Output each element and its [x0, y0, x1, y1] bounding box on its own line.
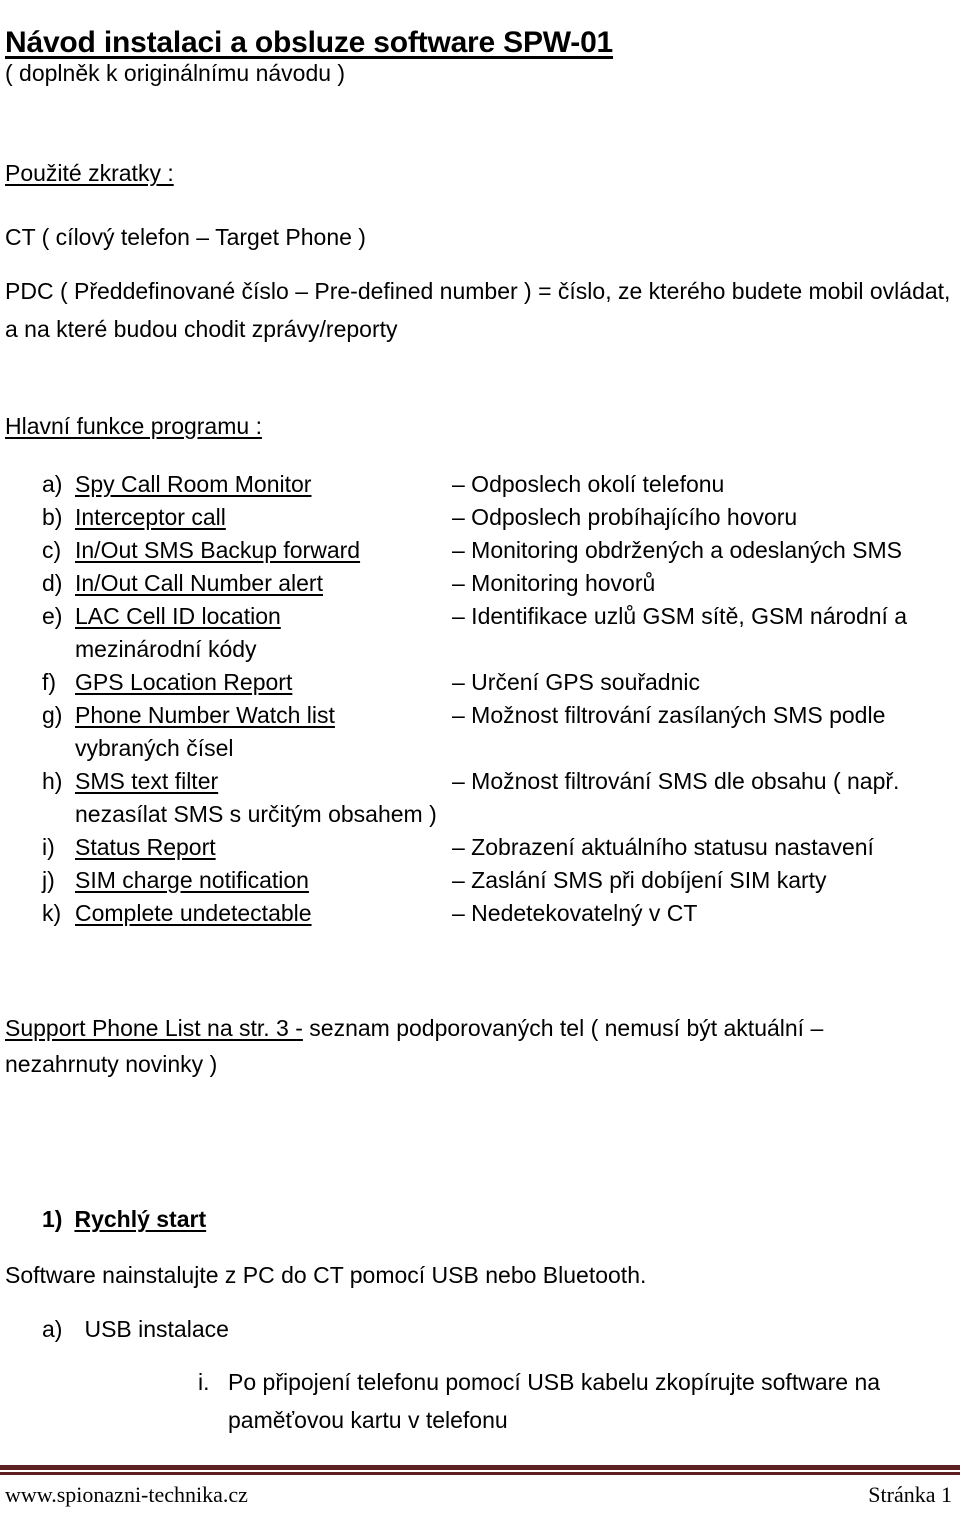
function-item-description: – Monitoring hovorů [452, 570, 656, 596]
function-list-item: d) In/Out Call Number alert – Monitoring h… [0, 567, 960, 600]
function-list-item: h) SMS text filter – Možnost filtrování SM… [0, 765, 960, 798]
support-phone-list-link: Support Phone List na str. 3 - [5, 1015, 303, 1041]
function-list-item: c) In/Out SMS Backup forward – Monitoring … [0, 534, 960, 567]
function-item-description: – Určení GPS souřadnic [452, 669, 701, 695]
abbreviations-heading: Použité zkratky : [5, 160, 174, 186]
function-list-item: g) Phone Number Watch list – Možnost filtr… [0, 699, 960, 732]
function-item-term: Status Report [75, 834, 216, 860]
function-item-marker: a) [42, 471, 63, 497]
abbreviation-pdc: PDC ( Předdefinované číslo – Pre-defined… [5, 278, 951, 342]
function-item-term: SIM charge notification [75, 867, 309, 893]
function-item-term: SMS text filter [75, 768, 219, 794]
quickstart-step-text: Po připojení telefonu pomocí USB kabelu … [228, 1369, 881, 1433]
quickstart-intro: Software nainstalujte z PC do CT pomocí … [5, 1262, 647, 1288]
function-item-marker: b) [42, 504, 63, 530]
function-item-description: – Odposlech probíhajícího hovoru [452, 504, 798, 530]
function-item-continuation-text: nezasílat SMS s určitým obsahem ) [75, 801, 437, 827]
quickstart-marker: 1) [42, 1206, 63, 1232]
footer-website: www.spionazni-technika.cz [5, 1482, 248, 1507]
quickstart-heading: 1) Rychlý start [42, 1206, 206, 1233]
function-item-term: In/Out SMS Backup forward [75, 537, 361, 563]
function-item-marker: f) [42, 669, 57, 695]
function-item-continuation-text: vybraných čísel [75, 735, 234, 761]
function-item-continuation: vybraných čísel [0, 732, 960, 765]
function-item-description: – Monitoring obdržených a odeslaných SMS [452, 537, 903, 563]
function-item-term: In/Out Call Number alert [75, 570, 323, 596]
function-item-marker: d) [42, 570, 63, 596]
function-item-term: Interceptor call [75, 504, 226, 530]
function-item-term: GPS Location Report [75, 669, 293, 695]
function-list-item: j) SIM charge notification – Zaslání SMS p… [0, 864, 960, 897]
support-phone-list-note: Support Phone List na str. 3 - seznam po… [5, 1010, 935, 1082]
function-item-term: LAC Cell ID location [75, 603, 281, 629]
footer-page-number: Stránka 1 [868, 1482, 952, 1507]
page-title: Návod instalaci a obsluze software SPW-0… [5, 26, 614, 60]
function-list-item: k) Complete undetectable – Nedetekovatelný… [0, 897, 960, 930]
functions-heading: Hlavní funkce programu : [5, 413, 262, 439]
quickstart-label: Rychlý start [74, 1206, 207, 1232]
function-list-item: f) GPS Location Report – Určení GPS souřad… [0, 666, 960, 699]
quickstart-sub-marker: a) [42, 1316, 63, 1342]
function-item-marker: g) [42, 702, 63, 728]
abbreviation-ct: CT ( cílový telefon – Target Phone ) [5, 224, 366, 250]
function-item-description: – Zaslání SMS při dobíjení SIM karty [452, 867, 827, 893]
function-item-term: Spy Call Room Monitor [75, 471, 312, 497]
footer-divider-thin [0, 1472, 960, 1475]
function-item-marker: e) [42, 603, 63, 629]
function-list-item: i) Status Report – Zobrazení aktuálního st… [0, 831, 960, 864]
function-item-continuation: nezasílat SMS s určitým obsahem ) [0, 798, 960, 831]
function-list-item: b) Interceptor call – Odposlech probíhajíc… [0, 501, 960, 534]
function-item-description: – Možnost filtrování zasílaných SMS podl… [452, 702, 886, 728]
function-list-item: e) LAC Cell ID location – Identifikace uzl… [0, 600, 960, 633]
function-item-term: Phone Number Watch list [75, 702, 335, 728]
quickstart-step-marker: i. [198, 1369, 210, 1395]
function-item-description: – Nedetekovatelný v CT [452, 900, 698, 926]
function-item-term: Complete undetectable [75, 900, 312, 926]
footer-divider [0, 1465, 960, 1475]
function-item-continuation-text: mezinárodní kódy [75, 636, 257, 662]
function-item-marker: i) [42, 834, 55, 860]
function-list-item: a) Spy Call Room Monitor – Odposlech okolí… [0, 468, 960, 501]
function-item-description: – Identifikace uzlů GSM sítě, GSM národn… [452, 603, 908, 629]
function-item-description: – Možnost filtrování SMS dle obsahu ( na… [452, 768, 900, 794]
function-item-marker: h) [42, 768, 63, 794]
function-item-marker: j) [42, 867, 55, 893]
function-item-description: – Zobrazení aktuálního statusu nastavení [452, 834, 874, 860]
function-item-marker: k) [42, 900, 62, 926]
functions-list: a) Spy Call Room Monitor – Odposlech okolí… [0, 468, 960, 930]
document-subtitle: ( doplněk k originálnímu návodu ) [5, 60, 346, 86]
document-page: Návod instalaci a obsluze software SPW-0… [0, 0, 960, 1515]
quickstart-step-one: i. Po připojení telefonu pomocí USB kabe… [198, 1363, 938, 1439]
function-item-continuation: mezinárodní kódy [0, 633, 960, 666]
quickstart-sub-usb: a) USB instalace [42, 1316, 229, 1343]
function-item-description: – Odposlech okolí telefonu [452, 471, 725, 497]
function-item-marker: c) [42, 537, 62, 563]
quickstart-sub-label: USB instalace [84, 1316, 229, 1342]
